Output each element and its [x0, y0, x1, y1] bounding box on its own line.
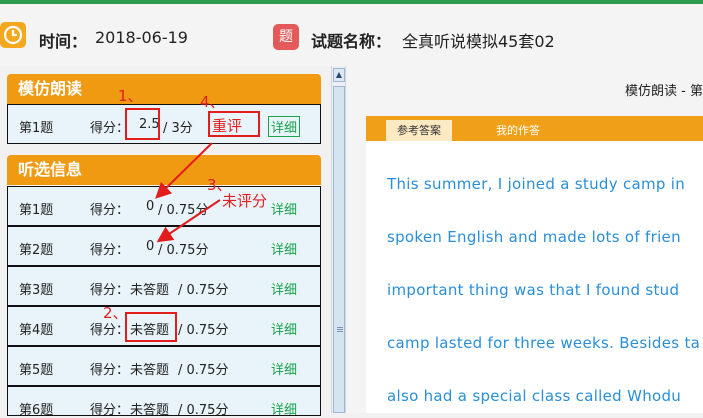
arrow-to-row-2 — [156, 199, 221, 243]
annotation-arrows — [155, 142, 221, 243]
arrow-to-row-1 — [155, 142, 213, 199]
